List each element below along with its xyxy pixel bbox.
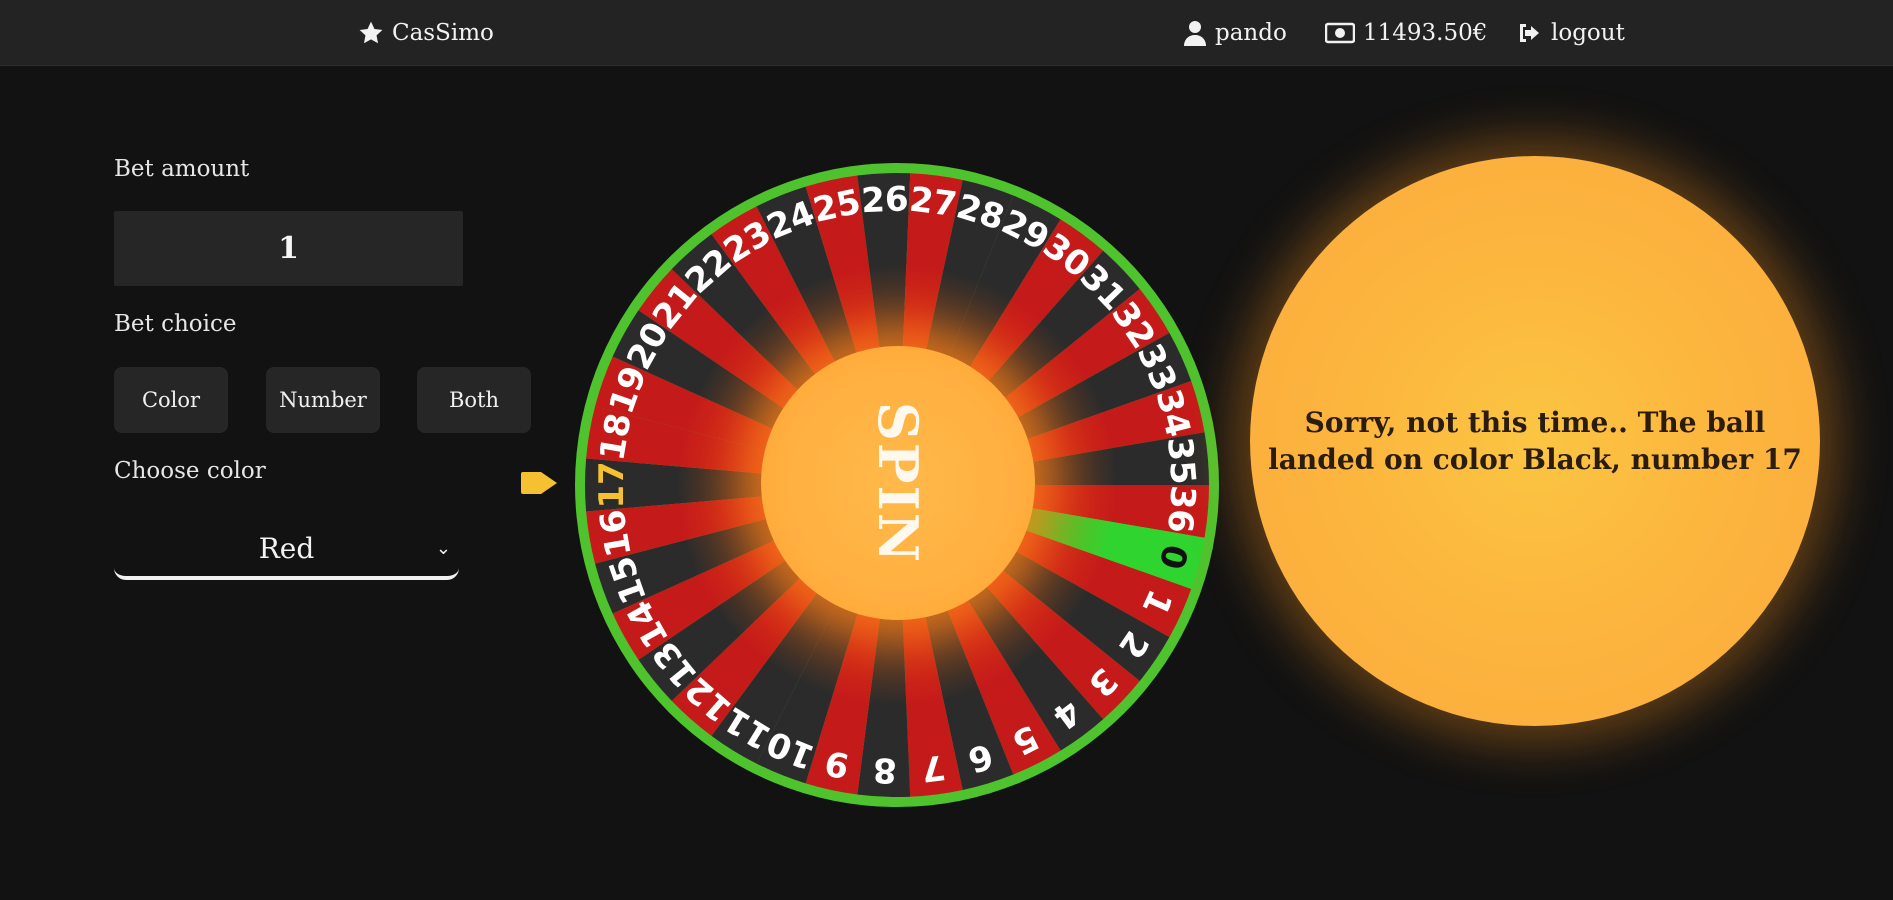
- wheel-number-label: 7: [919, 746, 948, 789]
- money-icon: [1325, 22, 1355, 44]
- spin-button[interactable]: SPIN: [761, 346, 1035, 620]
- logout-label: logout: [1551, 20, 1625, 46]
- user-link[interactable]: pando: [1183, 0, 1287, 66]
- result-panel: Sorry, not this time.. The ball landed o…: [1250, 156, 1820, 726]
- wheel-number-label: 17: [592, 461, 632, 508]
- wheel-number-label: 27: [907, 179, 959, 225]
- choose-color-label: Choose color: [114, 458, 266, 484]
- bet-choice-label: Bet choice: [114, 311, 237, 337]
- star-icon: [359, 21, 383, 44]
- bet-amount-input[interactable]: 1: [114, 211, 463, 286]
- wheel-number-label: 8: [872, 749, 897, 790]
- brand-name: CasSimo: [392, 20, 494, 46]
- choice-number-button[interactable]: Number: [266, 367, 380, 433]
- bet-amount-label: Bet amount: [114, 156, 250, 182]
- wheel-pointer-icon: [521, 472, 557, 494]
- balance-value: 11493.50€: [1363, 20, 1488, 46]
- wheel-number-label: 18: [592, 410, 639, 463]
- balance-display: 11493.50€: [1325, 0, 1487, 66]
- color-select-value: Red: [258, 531, 315, 565]
- choice-color-button[interactable]: Color: [114, 367, 228, 433]
- wheel-number-label: 36: [1159, 484, 1203, 535]
- spin-label: SPIN: [865, 401, 930, 565]
- chevron-down-icon: ⌄: [435, 538, 451, 559]
- wheel-number-label: 16: [592, 506, 639, 559]
- color-select[interactable]: Red ⌄: [114, 520, 459, 580]
- wheel-number-label: 26: [860, 179, 909, 221]
- result-message: Sorry, not this time.. The ball landed o…: [1268, 406, 1802, 476]
- top-navbar: CasSimo pando 11493.50€ logout: [0, 0, 1893, 66]
- choice-both-button[interactable]: Both: [417, 367, 531, 433]
- username: pando: [1215, 20, 1287, 46]
- brand-link[interactable]: CasSimo: [358, 0, 494, 66]
- user-icon: [1184, 21, 1206, 46]
- logout-link[interactable]: logout: [1517, 0, 1625, 66]
- logout-icon: [1520, 24, 1539, 42]
- wheel-number-label: 35: [1159, 436, 1203, 487]
